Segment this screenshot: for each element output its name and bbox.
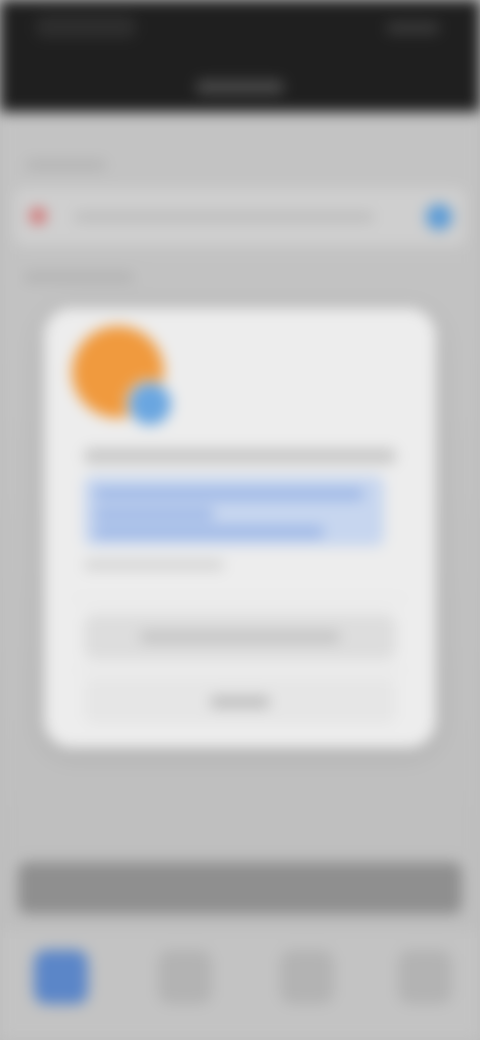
profile-icon[interactable] <box>426 204 452 230</box>
bottom-action-button[interactable] <box>18 862 462 914</box>
tab-profile[interactable] <box>398 950 452 1004</box>
divider <box>74 598 406 599</box>
section-caption <box>26 160 106 170</box>
highlight-line <box>94 526 324 538</box>
page-title <box>196 80 284 94</box>
highlight-line <box>94 488 364 500</box>
top-bar <box>0 0 480 112</box>
search-text <box>74 212 374 222</box>
status-bar-left <box>36 16 136 38</box>
divider <box>74 670 406 671</box>
status-indicators <box>386 22 440 34</box>
tab-bar <box>0 930 480 1040</box>
search-input[interactable] <box>14 188 466 246</box>
dialog-card <box>44 308 436 748</box>
dialog-highlight <box>84 476 384 546</box>
dialog-secondary-label <box>210 696 270 708</box>
dialog-caption <box>84 560 224 570</box>
tab-home[interactable] <box>34 950 88 1004</box>
location-pin-icon <box>30 208 46 224</box>
highlight-line <box>94 508 214 520</box>
blurred-screen <box>0 0 480 1040</box>
tab-search[interactable] <box>158 950 212 1004</box>
dialog-primary-label <box>140 631 340 643</box>
list-caption <box>24 272 134 282</box>
dialog-heading <box>84 448 396 464</box>
avatar-badge <box>126 380 174 428</box>
dialog-secondary-button[interactable] <box>84 678 396 724</box>
dialog-primary-button[interactable] <box>84 614 396 660</box>
tab-list[interactable] <box>280 950 334 1004</box>
